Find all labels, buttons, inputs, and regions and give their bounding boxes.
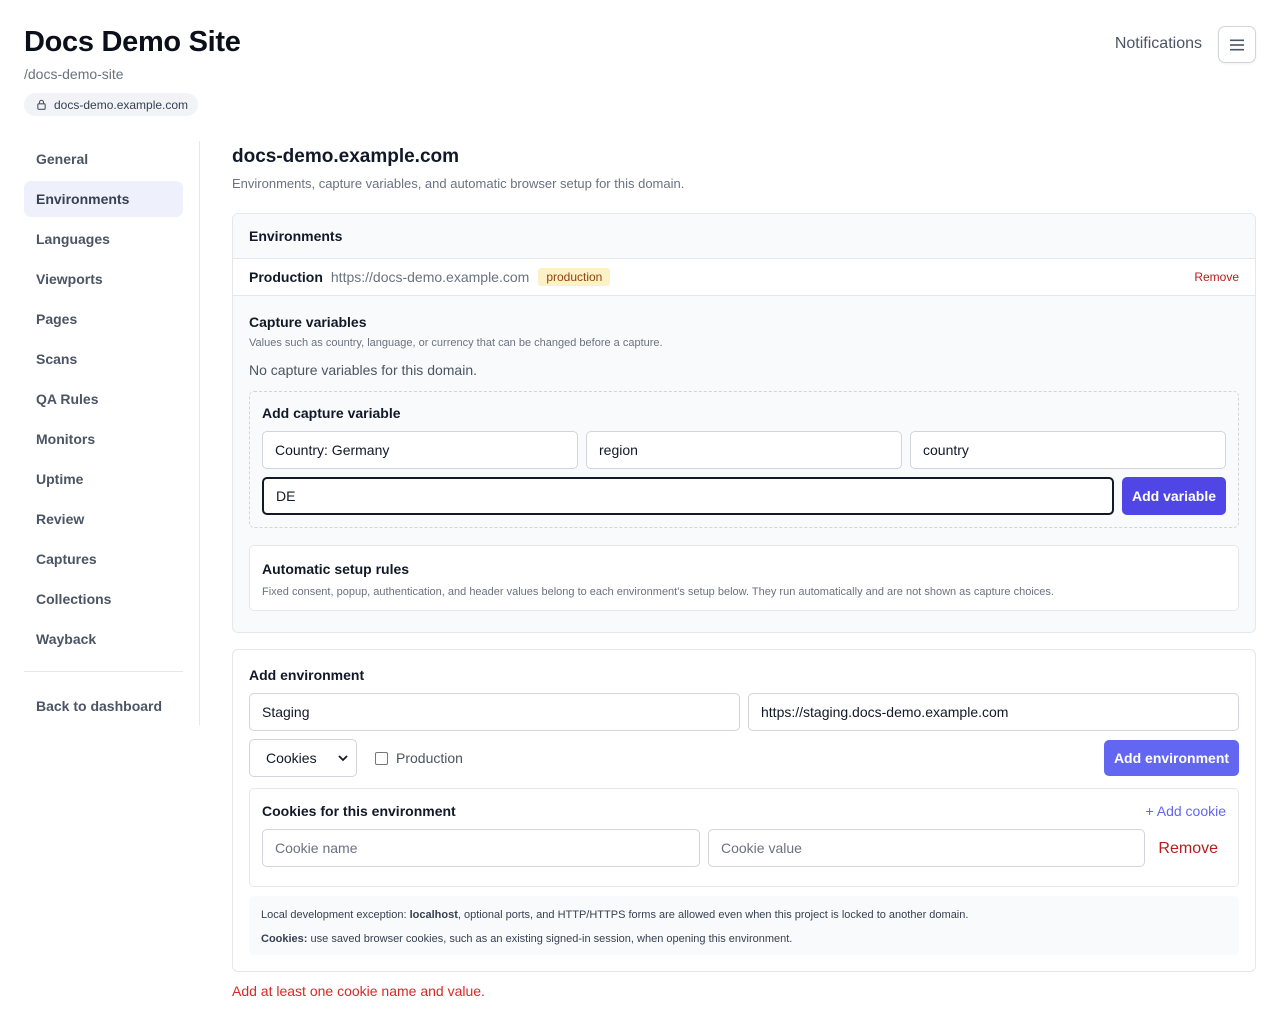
sidebar-item-viewports[interactable]: Viewports	[24, 261, 183, 297]
add-capture-variable-form: Add capture variable Country: Germany re…	[249, 391, 1239, 528]
add-capture-variable-title: Add capture variable	[262, 405, 401, 421]
variable-key-input[interactable]: country	[910, 431, 1226, 469]
sidebar-divider	[24, 671, 183, 672]
cookies-title: Cookies for this environment	[262, 803, 456, 819]
remove-cookie-button[interactable]: Remove	[1158, 840, 1218, 858]
cookie-name-input[interactable]: Cookie name	[262, 829, 700, 867]
menu-button[interactable]	[1218, 26, 1256, 63]
add-environment-title: Add environment	[249, 667, 365, 683]
environment-name-input[interactable]: Staging	[249, 693, 740, 731]
automatic-setup-description: Fixed consent, popup, authentication, an…	[262, 586, 1054, 598]
variable-value-input[interactable]: DE	[262, 477, 1114, 515]
sidebar-item-uptime[interactable]: Uptime	[24, 461, 183, 497]
site-title: Docs Demo Site	[24, 26, 241, 58]
sidebar-nav: General Environments Languages Viewports…	[24, 141, 183, 728]
lock-icon	[37, 99, 46, 110]
environments-card: Environments Production https://docs-dem…	[232, 213, 1256, 633]
local-dev-note-prefix: Local development exception:	[261, 909, 410, 921]
automatic-setup-rules: Automatic setup rules Fixed consent, pop…	[249, 545, 1239, 611]
sidebar-border	[199, 141, 200, 725]
capture-variables-title: Capture variables	[249, 314, 367, 330]
form-error-message: Add at least one cookie name and value.	[232, 983, 485, 999]
environment-name: Production	[249, 269, 323, 285]
sidebar-item-review[interactable]: Review	[24, 501, 183, 537]
domain-badge: docs-demo.example.com	[24, 93, 199, 116]
back-to-dashboard-link[interactable]: Back to dashboard	[24, 688, 183, 724]
environment-url-input[interactable]: https://staging.docs-demo.example.com	[748, 693, 1239, 731]
production-checkbox[interactable]	[375, 751, 388, 765]
add-cookie-button[interactable]: + Add cookie	[1145, 803, 1226, 819]
environment-url: https://docs-demo.example.com	[330, 269, 530, 285]
sidebar-item-wayback[interactable]: Wayback	[24, 621, 183, 657]
sidebar-item-qa-rules[interactable]: QA Rules	[24, 381, 183, 417]
page-title: docs-demo.example.com	[232, 146, 460, 167]
add-environment-button[interactable]: Add environment	[1104, 740, 1239, 776]
variable-label-input[interactable]: Country: Germany	[262, 431, 578, 469]
hamburger-icon	[1230, 39, 1244, 50]
cookies-note: Cookies: use saved browser cookies, such…	[261, 931, 1227, 947]
add-environment-card: Add environment Staging https://staging.…	[232, 649, 1256, 972]
sidebar-item-pages[interactable]: Pages	[24, 301, 183, 337]
environment-setup-select[interactable]: Cookies	[249, 739, 357, 777]
capture-variables-description: Values such as country, language, or cur…	[249, 337, 663, 349]
sidebar-item-monitors[interactable]: Monitors	[24, 421, 183, 457]
capture-variables-empty: No capture variables for this domain.	[249, 362, 477, 378]
variable-group-input[interactable]: region	[586, 431, 902, 469]
cookies-section: Cookies for this environment + Add cooki…	[249, 788, 1239, 887]
environment-row: Production https://docs-demo.example.com…	[233, 259, 1255, 296]
sidebar-item-languages[interactable]: Languages	[24, 221, 183, 257]
chevron-down-icon	[338, 754, 348, 761]
site-slug: /docs-demo-site	[24, 66, 124, 82]
environment-setup-select-value: Cookies	[266, 750, 317, 766]
domain-badge-label: docs-demo.example.com	[54, 97, 189, 112]
cookies-note-bold: Cookies:	[261, 933, 308, 945]
sidebar-item-captures[interactable]: Captures	[24, 541, 183, 577]
sidebar-item-scans[interactable]: Scans	[24, 341, 183, 377]
notifications-link[interactable]: Notifications	[1115, 35, 1202, 53]
sidebar-item-collections[interactable]: Collections	[24, 581, 183, 617]
environment-badge: production	[538, 268, 611, 286]
add-variable-button[interactable]: Add variable	[1122, 477, 1226, 515]
cookies-note-rest: use saved browser cookies, such as an ex…	[307, 933, 793, 945]
environments-heading: Environments	[233, 214, 1255, 259]
local-dev-note-rest: , optional ports, and HTTP/HTTPS forms a…	[457, 909, 969, 921]
environment-notes: Local development exception: localhost, …	[249, 896, 1239, 955]
automatic-setup-title: Automatic setup rules	[262, 561, 410, 577]
sidebar-item-environments[interactable]: Environments	[24, 181, 183, 217]
sidebar-item-general[interactable]: General	[24, 141, 183, 177]
cookie-value-input[interactable]: Cookie value	[708, 829, 1145, 867]
page-subtitle: Environments, capture variables, and aut…	[232, 176, 685, 191]
remove-environment-button[interactable]: Remove	[1194, 270, 1239, 284]
capture-variables-section: Capture variables Values such as country…	[233, 296, 1255, 611]
production-checkbox-label[interactable]: Production	[396, 750, 463, 766]
local-dev-note: Local development exception: localhost, …	[261, 907, 1227, 923]
local-dev-note-bold: localhost	[409, 909, 458, 921]
